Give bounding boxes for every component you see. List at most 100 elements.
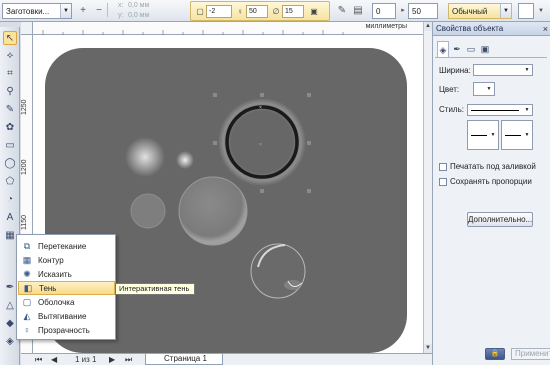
stretch-value: 50: [412, 6, 421, 16]
eyedropper-icon[interactable]: ✒: [3, 281, 17, 295]
glow-spot-large: [125, 137, 165, 177]
scroll-up-icon[interactable]: ▲: [424, 22, 432, 31]
glass-sphere: [250, 243, 306, 299]
arrow-preview: [471, 135, 487, 136]
print-under-fill-checkbox[interactable]: Печатать под заливкой: [439, 162, 536, 171]
docker-title: Свойства объекта: [436, 24, 504, 33]
menu-item-transparency[interactable]: ♀ Прозрачность: [18, 323, 115, 337]
copy-shadow-icon[interactable]: ▤: [352, 3, 364, 19]
outline-color-picker[interactable]: ▼: [473, 82, 495, 96]
crop-tool-icon[interactable]: ⌗: [3, 67, 17, 81]
line-style-preview: [471, 110, 519, 111]
chevron-down-icon[interactable]: ▼: [536, 3, 546, 19]
menu-item-label: Тень: [39, 283, 57, 293]
blend-mode-label: Обычный: [452, 6, 488, 16]
menu-item-label: Контур: [38, 255, 64, 265]
lock-icon[interactable]: 🔒: [485, 348, 505, 360]
transparency-icon: ♀: [23, 325, 31, 335]
menu-item-label: Оболочка: [38, 297, 75, 307]
drop-shadow-icon: ◧: [23, 283, 33, 293]
slider-icon[interactable]: ▸: [398, 3, 408, 19]
shape-tool-icon[interactable]: ⟡: [3, 49, 17, 63]
presets-dropdown[interactable]: Заготовки... ▼: [2, 3, 72, 19]
ruler-unit-label: миллиметры: [365, 23, 407, 30]
line-style-dropdown[interactable]: ▼: [467, 104, 533, 116]
blend-mode-dropdown[interactable]: Обычный ▼: [448, 3, 512, 19]
tab-frame-icon[interactable]: ▭: [465, 41, 477, 57]
property-bar: Заготовки... ▼ + − x: 0,0 мм y: 0,0 мм ▢…: [0, 0, 550, 22]
pick-tool-icon[interactable]: ↖: [3, 31, 17, 45]
polygon-tool-icon[interactable]: ⬠: [3, 175, 17, 189]
fade-field[interactable]: 0: [372, 3, 396, 19]
start-arrow-dropdown[interactable]: ▼: [467, 120, 499, 150]
freehand-tool-icon[interactable]: ✎: [3, 103, 17, 117]
zoom-tool-icon[interactable]: ⚲: [3, 85, 17, 99]
width-dropdown[interactable]: ▼: [473, 64, 533, 76]
tab-outline-icon[interactable]: ✒: [451, 41, 463, 57]
chevron-down-icon: ▼: [500, 4, 511, 18]
rectangle-tool-icon[interactable]: ▭: [3, 139, 17, 153]
page-tab[interactable]: Страница 1: [145, 354, 223, 365]
minus-icon[interactable]: −: [93, 3, 105, 19]
feather-direction-icon[interactable]: ▣: [309, 5, 319, 18]
stretch-field[interactable]: 50: [408, 3, 438, 19]
horizontal-ruler[interactable]: миллиметры: [33, 22, 423, 35]
smart-fill-icon[interactable]: ✿: [3, 121, 17, 135]
arrow-preview: [505, 135, 521, 136]
outline-tool-icon[interactable]: △: [3, 299, 17, 313]
checkbox-box: [439, 177, 447, 186]
shadow-offset-field[interactable]: -2: [206, 5, 232, 18]
keep-proportions-label: Сохранять пропорции: [450, 177, 532, 186]
page-count: 1 из 1: [75, 355, 97, 364]
page-tab-label: Страница 1: [164, 354, 207, 363]
shadow-opacity-field[interactable]: 50: [246, 5, 268, 18]
basic-shapes-icon[interactable]: ◔: [3, 193, 17, 207]
menu-item-extrude[interactable]: ◭ Вытягивание: [18, 309, 115, 323]
last-page-icon[interactable]: ⏭: [125, 354, 132, 365]
menu-item-distort[interactable]: ✺ Исказить: [18, 267, 115, 281]
color-label: Цвет:: [439, 85, 460, 94]
ring-top-marker: ×: [259, 105, 262, 111]
page-navigator: ⏮ ◀ 1 из 1 ▶ ⏭ Страница 1: [21, 353, 432, 365]
tab-fill-icon[interactable]: ◈: [437, 41, 449, 57]
scroll-down-icon[interactable]: ▼: [424, 344, 432, 353]
menu-item-label: Прозрачность: [38, 325, 90, 335]
prev-page-icon[interactable]: ◀: [51, 354, 57, 365]
end-arrow-dropdown[interactable]: ▼: [501, 120, 533, 150]
effects-flyout-menu: ⧉ Перетекание ▦ Контур ✺ Исказить ◧ Тень…: [16, 234, 116, 340]
feather-icon: ∅: [272, 7, 280, 16]
ruler-corner[interactable]: [21, 22, 33, 35]
chevron-down-icon: ▼: [524, 67, 530, 73]
next-page-icon[interactable]: ▶: [109, 354, 115, 365]
apply-button[interactable]: Применить: [511, 348, 550, 360]
plus-icon[interactable]: +: [77, 3, 89, 19]
distort-icon: ✺: [23, 269, 31, 279]
tab-layout-icon[interactable]: ▣: [479, 41, 491, 57]
y-coord-label: y:: [118, 12, 124, 19]
bubble-large: [178, 176, 248, 246]
close-icon[interactable]: ×: [543, 22, 548, 36]
envelope-icon: ▢: [22, 297, 32, 307]
checkbox-box: [439, 162, 447, 171]
ellipse-tool-icon[interactable]: ◯: [3, 157, 17, 171]
shadow-angle-icon[interactable]: ✎: [336, 3, 348, 19]
fill-tool-icon[interactable]: ◆: [3, 317, 17, 331]
shadow-feather-field[interactable]: 15: [282, 5, 304, 18]
text-tool-icon[interactable]: A: [3, 211, 17, 225]
table-tool-icon[interactable]: ▦: [3, 229, 17, 243]
menu-item-drop-shadow[interactable]: ◧ Тень: [18, 281, 115, 295]
menu-item-envelope[interactable]: ▢ Оболочка: [18, 295, 115, 309]
style-label: Стиль:: [439, 105, 464, 114]
keep-proportions-checkbox[interactable]: Сохранять пропорции: [439, 177, 532, 186]
more-button[interactable]: Дополнительно...: [467, 212, 533, 227]
menu-item-contour[interactable]: ▦ Контур: [18, 253, 115, 267]
interactive-fill-icon[interactable]: ◈: [3, 335, 17, 349]
chevron-down-icon: ▼: [524, 132, 530, 138]
first-page-icon[interactable]: ⏮: [35, 354, 42, 365]
shadow-offset-icon: ▢: [196, 7, 204, 16]
contour-icon: ▦: [22, 255, 32, 265]
docker-tabs: ◈ ✒ ▭ ▣: [435, 41, 547, 58]
shadow-color-swatch[interactable]: [518, 3, 534, 19]
menu-item-blend[interactable]: ⧉ Перетекание: [18, 239, 115, 253]
vertical-scrollbar[interactable]: ▲ ▼: [423, 22, 432, 353]
